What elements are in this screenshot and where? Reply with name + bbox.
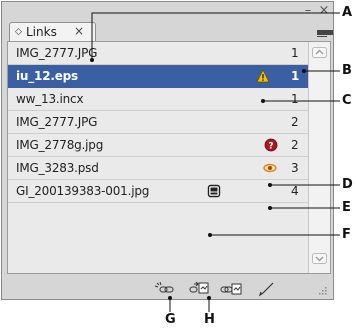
- close-panel-button[interactable]: ×: [318, 4, 330, 18]
- link-row[interactable]: IMG_2777.JPG 1: [8, 42, 308, 65]
- relink-from-cc-icon[interactable]: [153, 280, 179, 298]
- link-name: IMG_3283.psd: [16, 161, 99, 175]
- resize-grip-icon[interactable]: [316, 284, 328, 296]
- link-page: 3: [291, 161, 299, 175]
- callout-e: E: [342, 200, 351, 215]
- link-row[interactable]: ww_13.incx 1: [8, 88, 308, 111]
- callout-d: D: [342, 177, 353, 192]
- relink-icon[interactable]: [187, 280, 213, 298]
- link-page: 2: [291, 115, 299, 129]
- callout-b: B: [342, 63, 352, 78]
- svg-text:?: ?: [268, 142, 273, 152]
- tab-label: Links: [26, 25, 57, 39]
- link-row-selected[interactable]: iu_12.eps 1: [8, 65, 308, 88]
- link-page: 4: [291, 184, 299, 198]
- tab-diamond-icon: ◇: [15, 27, 22, 37]
- callout-f: F: [342, 227, 351, 242]
- panel-controls: – ×: [302, 4, 332, 20]
- link-row[interactable]: IMG_3283.psd 3: [8, 157, 308, 180]
- callout-a: A: [342, 5, 353, 20]
- callout-c: C: [342, 93, 352, 108]
- modified-warning-icon[interactable]: [256, 69, 270, 83]
- tab-links[interactable]: ◇ Links ×: [9, 22, 96, 41]
- callout-h: H: [204, 312, 215, 327]
- link-row[interactable]: IMG_2778g.jpg ? 2: [8, 134, 308, 157]
- link-page: 1: [291, 69, 300, 83]
- link-row[interactable]: IMG_2777.JPG 2: [8, 111, 308, 134]
- scrollbar[interactable]: [308, 42, 330, 273]
- missing-link-icon[interactable]: ?: [264, 138, 278, 152]
- link-name: GI_200139383-001.jpg: [16, 184, 150, 198]
- callout-g: G: [165, 312, 176, 327]
- link-name: IMG_2778g.jpg: [16, 138, 104, 152]
- go-to-link-icon[interactable]: [219, 280, 245, 298]
- scroll-up-icon[interactable]: [312, 47, 327, 58]
- link-page: 2: [291, 138, 299, 152]
- scroll-down-icon[interactable]: [312, 253, 327, 264]
- link-name: iu_12.eps: [16, 69, 78, 83]
- link-row[interactable]: GI_200139383-001.jpg 4: [8, 180, 308, 203]
- tab-close-icon[interactable]: ×: [74, 24, 84, 38]
- link-page: 1: [291, 46, 299, 60]
- link-page: 1: [291, 92, 299, 106]
- empty-row: [8, 203, 308, 226]
- link-name: IMG_2777.JPG: [16, 115, 98, 129]
- edit-original-icon[interactable]: [255, 280, 281, 298]
- link-name: ww_13.incx: [16, 92, 84, 106]
- embedded-icon[interactable]: [207, 184, 221, 198]
- minimize-button[interactable]: –: [302, 4, 314, 18]
- panel-toolbar: [3, 278, 334, 300]
- links-panel: – × ◇ Links × IMG_2777.JPG 1 iu_12.eps 1…: [1, 1, 334, 300]
- layer-override-icon[interactable]: [263, 161, 277, 175]
- panel-menu-button[interactable]: [309, 26, 333, 40]
- links-list: IMG_2777.JPG 1 iu_12.eps 1 ww_13.incx 1 …: [7, 41, 331, 274]
- link-name: IMG_2777.JPG: [16, 46, 98, 60]
